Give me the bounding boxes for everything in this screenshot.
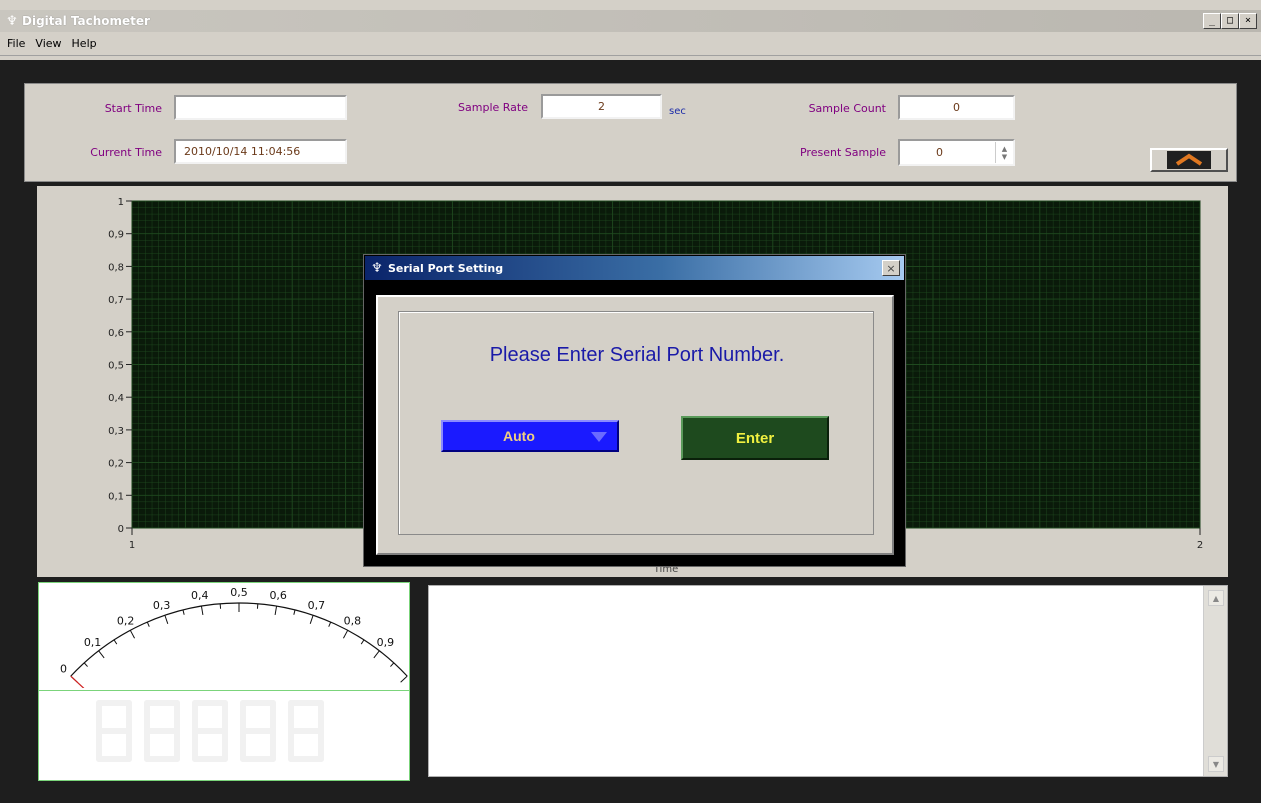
collapse-panel-button[interactable] (1150, 148, 1228, 172)
y-tick-label: 0,1 (108, 491, 124, 502)
menu-bar: File View Help (0, 32, 1261, 56)
y-tick-label: 0 (118, 524, 124, 535)
meter-tick-label: 0,1 (84, 636, 102, 649)
meter-tick-label: 0 (60, 662, 67, 675)
scroll-up-icon[interactable]: ▲ (1208, 590, 1224, 606)
window-titlebar[interactable]: ♆ Digital Tachometer _ □ × (0, 10, 1261, 32)
present-sample-spinner[interactable]: ▲ ▼ (995, 142, 1013, 163)
log-area[interactable]: ▲ ▼ (428, 585, 1228, 777)
start-time-field (174, 95, 347, 120)
menu-view[interactable]: View (30, 37, 66, 50)
meter-tick-label: 0,5 (230, 586, 248, 599)
dialog-frame: Please Enter Serial Port Number. Auto En… (398, 311, 874, 535)
serial-port-select[interactable]: Auto (441, 420, 619, 452)
start-time-label: Start Time (104, 102, 162, 115)
meter-tick-label: 0,7 (308, 599, 326, 612)
log-scrollbar[interactable]: ▲ ▼ (1203, 586, 1227, 776)
meter-tick-mark (390, 662, 395, 667)
meter-panel: 00,10,20,30,40,50,60,70,80,91 (38, 582, 418, 781)
spin-down-icon[interactable]: ▼ (1002, 153, 1007, 161)
meter-tick-label: 0,2 (117, 614, 135, 627)
serial-port-dialog: ♆ Serial Port Setting × Please Enter Ser… (363, 254, 906, 567)
meter-tick-mark (342, 630, 349, 639)
meter-tick-mark (274, 606, 278, 616)
dialog-app-icon: ♆ (371, 260, 383, 276)
scroll-down-icon[interactable]: ▼ (1208, 756, 1224, 772)
meter-tick-mark (113, 639, 118, 645)
sample-count-field: 0 (898, 95, 1015, 120)
spin-up-icon[interactable]: ▲ (1002, 145, 1007, 153)
meter-tick-mark (373, 650, 380, 659)
meter-tick-mark (328, 621, 332, 627)
minimize-button[interactable]: _ (1203, 13, 1221, 29)
sample-rate-label: Sample Rate (458, 101, 528, 114)
digital-display (96, 700, 324, 762)
meter-tick-mark (164, 615, 169, 624)
dropdown-arrow-icon (591, 432, 607, 442)
sample-rate-unit: sec (669, 106, 686, 117)
y-tick-label: 0,7 (108, 295, 124, 306)
meter-tick-mark (182, 609, 185, 615)
meter-tick-mark (309, 615, 314, 624)
x-tick-label: 1 (129, 540, 135, 551)
app-icon: ♆ (6, 13, 18, 29)
analog-meter: 00,10,20,30,40,50,60,70,80,91 (60, 586, 418, 711)
current-time-label: Current Time (90, 146, 162, 159)
meter-tick-mark (146, 621, 150, 627)
close-button[interactable]: × (1239, 13, 1257, 29)
seven-segment-digits (96, 700, 324, 762)
meter-ticks: 00,10,20,30,40,50,60,70,80,91 (60, 586, 418, 683)
dialog-title: Serial Port Setting (388, 261, 504, 275)
y-tick-label: 0,2 (108, 459, 124, 470)
meter-tick-mark (360, 639, 365, 645)
current-time-field: 2010/10/14 11:04:56 (174, 139, 347, 164)
meter-tick-label: 0,4 (191, 589, 209, 602)
dialog-titlebar[interactable]: ♆ Serial Port Setting × (365, 256, 904, 280)
sample-count-label: Sample Count (808, 102, 886, 115)
menu-help[interactable]: Help (67, 37, 102, 50)
serial-port-value: Auto (503, 428, 535, 444)
window-title: Digital Tachometer (22, 14, 150, 28)
x-tick-label: 2 (1197, 540, 1203, 551)
y-tick-label: 0,3 (108, 426, 124, 437)
enter-button[interactable]: Enter (681, 416, 829, 460)
dialog-message: Please Enter Serial Port Number. (489, 344, 785, 366)
y-tick-label: 0,9 (108, 230, 124, 241)
y-tick-label: 0,8 (108, 262, 124, 273)
meter-tick-label: 0,9 (377, 636, 395, 649)
y-tick-label: 1 (118, 197, 124, 208)
dialog-body: Please Enter Serial Port Number. Auto En… (376, 295, 894, 555)
meter-tick-mark (200, 606, 204, 616)
menu-file[interactable]: File (2, 37, 30, 50)
meter-tick-mark (293, 609, 296, 615)
meter-tick-label: 0,6 (269, 589, 287, 602)
y-tick-label: 0,5 (108, 361, 124, 372)
chevron-up-icon (1167, 151, 1211, 169)
meter-needle (70, 675, 108, 711)
y-tick-label: 0,6 (108, 328, 124, 339)
maximize-button[interactable]: □ (1221, 13, 1239, 29)
meter-tick-mark (83, 662, 88, 667)
meter-tick-label: 0,3 (153, 599, 171, 612)
dialog-close-button[interactable]: × (882, 260, 900, 276)
meter-tick-label: 0,8 (344, 614, 362, 627)
meter-tick-mark (400, 675, 408, 683)
present-sample-label: Present Sample (799, 146, 886, 159)
meter-tick-mark (98, 650, 105, 659)
window-controls: _ □ × (1203, 13, 1257, 29)
y-axis-ticks: 0 0,1 0,2 0,3 0,4 0,5 0,6 0,7 0,8 0,9 1 (108, 197, 132, 535)
sample-rate-input[interactable]: 2 (541, 94, 662, 119)
y-tick-label: 0,4 (108, 393, 124, 404)
meter-tick-mark (129, 630, 136, 639)
